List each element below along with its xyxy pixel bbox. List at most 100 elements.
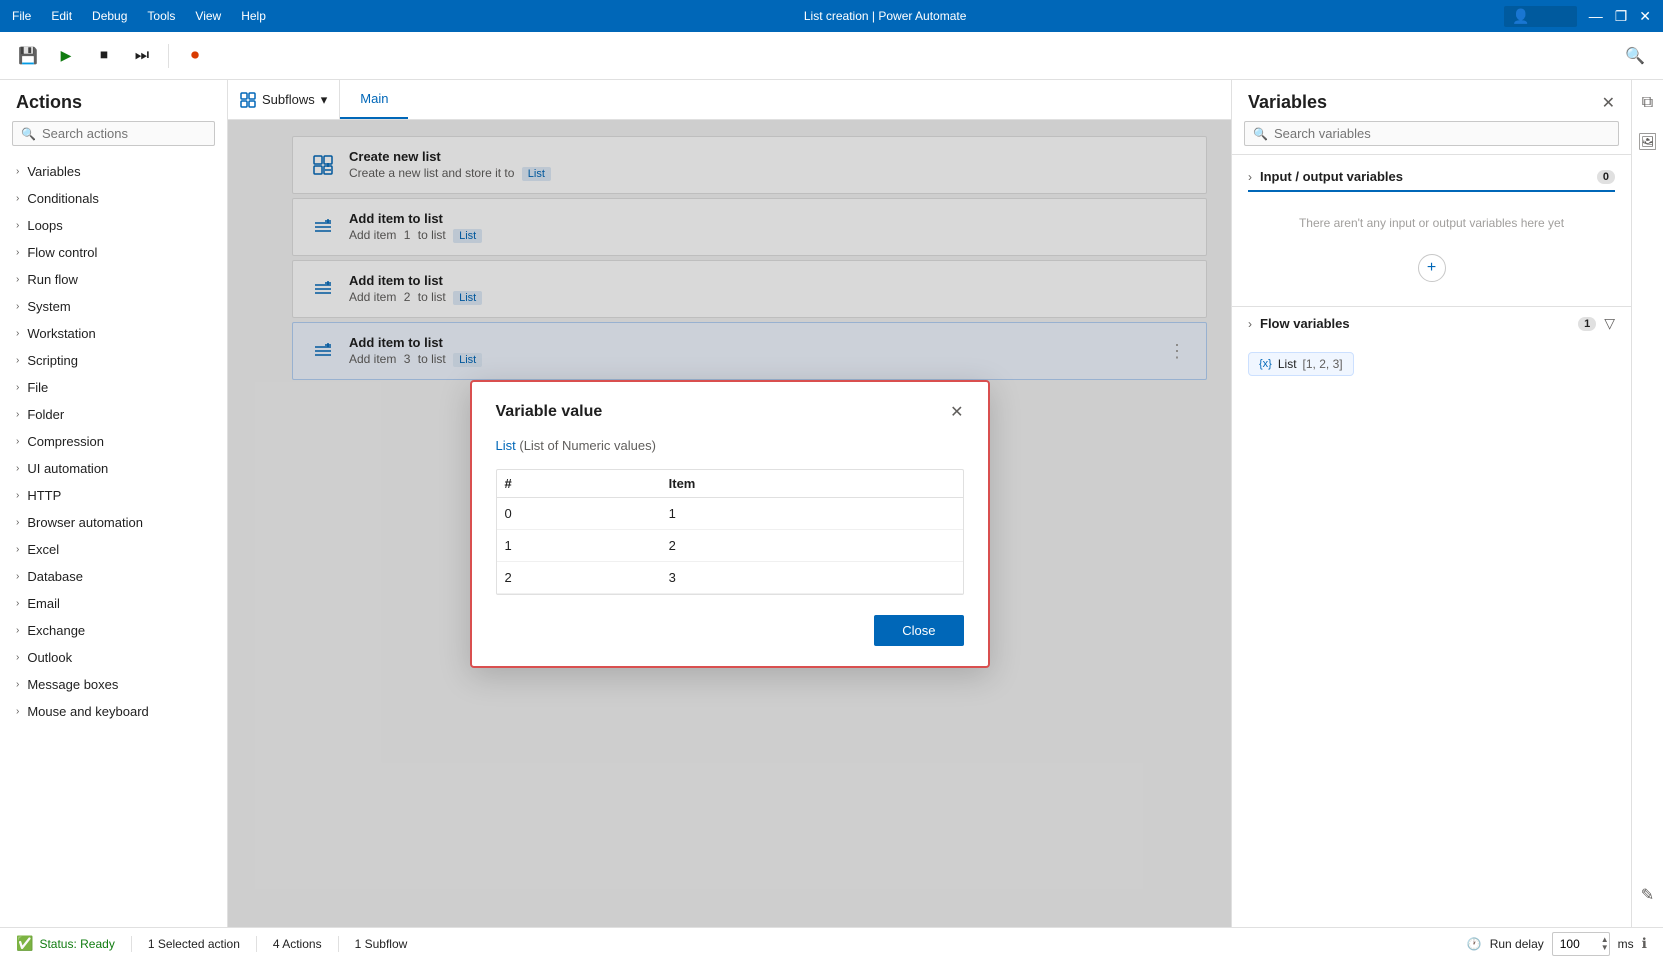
chevron-icon: › [16, 301, 19, 312]
col-hash: # [497, 470, 661, 498]
sidebar-item-label: UI automation [27, 461, 108, 476]
run-delay-input[interactable] [1553, 935, 1601, 953]
modal-table-container[interactable]: # Item 0 1 1 [496, 469, 964, 595]
status-text: Status: Ready [39, 937, 114, 951]
statusbar: ✅ Status: Ready 1 Selected action 4 Acti… [0, 927, 1663, 959]
sidebar-item-run-flow[interactable]: › Run flow [0, 266, 227, 293]
sidebar-item-label: HTTP [27, 488, 61, 503]
variables-panel: Variables ✕ 🔍 › Input / output variables… [1231, 80, 1631, 927]
status-separator-2 [256, 936, 257, 952]
sidebar-item-label: Browser automation [27, 515, 143, 530]
sidebar-item-label: Excel [27, 542, 59, 557]
search-toolbar-button[interactable]: 🔍 [1619, 40, 1651, 72]
sidebar-item-label: Workstation [27, 326, 95, 341]
run-button[interactable]: ▶ [50, 40, 82, 72]
run-delay-area: 🕐 Run delay ▲ ▼ ms ℹ [1467, 932, 1647, 956]
titlebar: File Edit Debug Tools View Help List cre… [0, 0, 1663, 32]
spinner-up-button[interactable]: ▲ [1601, 936, 1609, 944]
sidebar-item-folder[interactable]: › Folder [0, 401, 227, 428]
sidebar-item-excel[interactable]: › Excel [0, 536, 227, 563]
step-button[interactable]: ⏭ [126, 40, 158, 72]
sidebar-item-outlook[interactable]: › Outlook [0, 644, 227, 671]
image-icon[interactable]: 🖼 [1631, 126, 1663, 158]
variable-value-modal: Variable value ✕ List (List of Numeric v… [470, 380, 990, 668]
chevron-icon: › [16, 355, 19, 366]
status-separator [131, 936, 132, 952]
variables-title: Variables [1248, 92, 1327, 113]
sidebar-item-label: Compression [27, 434, 104, 449]
status-check-icon: ✅ [16, 935, 33, 952]
subflows-icon [240, 92, 256, 108]
chevron-icon: › [16, 436, 19, 447]
menu-tools[interactable]: Tools [147, 9, 175, 23]
subflows-button[interactable]: Subflows ▾ [228, 80, 340, 119]
fv-filter-icon[interactable]: ▽ [1604, 315, 1615, 332]
io-section-header[interactable]: › Input / output variables 0 [1232, 163, 1631, 190]
save-button[interactable]: 💾 [12, 40, 44, 72]
sidebar-item-flow-control[interactable]: › Flow control [0, 239, 227, 266]
spinner-down-button[interactable]: ▼ [1601, 944, 1609, 952]
sidebar-item-compression[interactable]: › Compression [0, 428, 227, 455]
chevron-icon: › [16, 544, 19, 555]
selected-actions-count: 1 Selected action [148, 937, 240, 951]
chevron-icon: › [16, 382, 19, 393]
modal-title: Variable value [496, 403, 603, 421]
sidebar-item-workstation[interactable]: › Workstation [0, 320, 227, 347]
variables-close-button[interactable]: ✕ [1602, 93, 1615, 113]
sidebar-item-http[interactable]: › HTTP [0, 482, 227, 509]
info-icon[interactable]: ℹ [1642, 935, 1647, 952]
modal-close-button[interactable]: Close [874, 615, 963, 646]
chevron-icon: › [16, 679, 19, 690]
run-delay-control: ▲ ▼ [1552, 932, 1610, 956]
sidebar-item-label: Exchange [27, 623, 85, 638]
variables-search-box[interactable]: 🔍 [1244, 121, 1619, 146]
layers-icon[interactable]: ⧉ [1636, 88, 1659, 118]
minimize-button[interactable]: — [1589, 8, 1603, 24]
sidebar-item-label: Outlook [27, 650, 72, 665]
io-section-content: There aren't any input or output variabl… [1232, 192, 1631, 298]
fv-header[interactable]: › Flow variables 1 ▽ [1232, 307, 1631, 340]
record-button[interactable]: ⏺ [179, 40, 211, 72]
sidebar-item-ui-automation[interactable]: › UI automation [0, 455, 227, 482]
stop-button[interactable]: ⏹ [88, 40, 120, 72]
sidebar-item-system[interactable]: › System [0, 293, 227, 320]
flow-area: 1 Create new list [228, 120, 1231, 927]
run-delay-spinner: ▲ ▼ [1601, 936, 1609, 952]
menu-view[interactable]: View [195, 9, 221, 23]
menu-edit[interactable]: Edit [51, 9, 72, 23]
menu-debug[interactable]: Debug [92, 9, 127, 23]
actions-search-box[interactable]: 🔍 [12, 121, 215, 146]
sidebar-item-scripting[interactable]: › Scripting [0, 347, 227, 374]
sidebar-item-database[interactable]: › Database [0, 563, 227, 590]
sidebar-item-exchange[interactable]: › Exchange [0, 617, 227, 644]
restore-button[interactable]: ❐ [1615, 8, 1628, 25]
sidebar-item-variables[interactable]: › Variables [0, 158, 227, 185]
close-button[interactable]: ✕ [1639, 8, 1651, 25]
actions-count: 4 Actions [273, 937, 322, 951]
variables-search-input[interactable] [1274, 126, 1610, 141]
sidebar-item-mouse-keyboard[interactable]: › Mouse and keyboard [0, 698, 227, 725]
menu-help[interactable]: Help [241, 9, 266, 23]
modal-close-icon[interactable]: ✕ [950, 402, 963, 422]
actions-search-input[interactable] [42, 126, 206, 141]
subflows-dropdown-icon: ▾ [321, 92, 328, 108]
pencil-icon[interactable]: ✎ [1635, 879, 1660, 911]
sidebar-item-conditionals[interactable]: › Conditionals [0, 185, 227, 212]
menu-file[interactable]: File [12, 9, 31, 23]
sidebar-item-label: Flow control [27, 245, 97, 260]
subflows-label: Subflows [262, 92, 315, 107]
modal-overlay: Variable value ✕ List (List of Numeric v… [228, 120, 1231, 927]
flow-variables-section: › Flow variables 1 ▽ {x} List [1, 2, 3] [1232, 306, 1631, 388]
chevron-icon: › [16, 598, 19, 609]
sidebar-item-browser-automation[interactable]: › Browser automation [0, 509, 227, 536]
modal-table: # Item 0 1 1 [497, 470, 963, 594]
user-profile[interactable]: 👤 [1504, 6, 1576, 27]
sidebar-item-loops[interactable]: › Loops [0, 212, 227, 239]
actions-panel: Actions 🔍 › Variables › Conditionals › L… [0, 80, 228, 927]
io-add-button[interactable]: + [1418, 254, 1446, 282]
sidebar-item-message-boxes[interactable]: › Message boxes [0, 671, 227, 698]
sidebar-item-file[interactable]: › File [0, 374, 227, 401]
variable-chip-list[interactable]: {x} List [1, 2, 3] [1248, 352, 1354, 376]
sidebar-item-email[interactable]: › Email [0, 590, 227, 617]
tab-main[interactable]: Main [340, 80, 408, 119]
